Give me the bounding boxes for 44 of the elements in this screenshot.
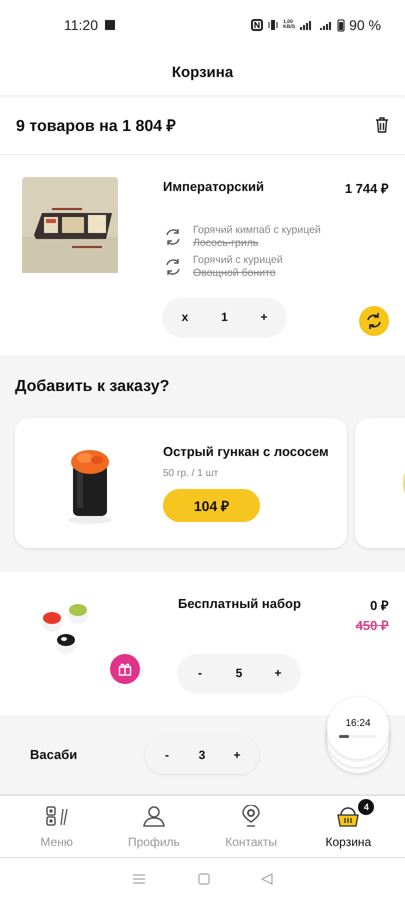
replacement-name: Горячий с курицей [193,254,283,267]
increase-button[interactable]: + [223,740,251,768]
nfc-icon [251,19,264,31]
product-name: Императорский [163,179,264,196]
swap-icon [365,312,383,330]
quantity-value: 3 [198,748,206,762]
gift-icon [118,662,132,676]
battery-level: 90 % [349,17,381,33]
product-name: Острый гункан с лососем [163,444,329,459]
swap-button[interactable] [359,306,389,336]
add-price-button[interactable]: 104 ₽ [163,489,260,522]
decrease-button[interactable]: x [171,303,199,331]
old-price: 450 ₽ [356,617,389,634]
product-name: Васаби [30,747,78,762]
cart-summary: 9 товаров на 1 804 ₽ [16,116,176,136]
notification-icon [104,19,116,31]
section-title: Добавить к заказу? [15,378,170,396]
tab-label[interactable]: Корзина [326,834,372,848]
page-title: Корзина [172,64,234,81]
increase-button[interactable]: + [264,659,292,687]
replacement-name: Горячий кимпаб с курицей [193,224,321,237]
battery-icon [337,18,346,32]
decrease-button[interactable]: - [186,659,214,687]
timer-time: 16:24 [345,718,371,729]
menu-icon[interactable] [44,804,69,828]
decrease-button[interactable]: - [153,740,181,768]
status-time: 11:20 [64,17,98,33]
signal-icon [319,19,334,31]
increase-button[interactable]: + [250,303,278,331]
product-card[interactable]: Острый гункан с лососем 50 гр. / 1 шт 104 ₽ [15,418,347,548]
timer-badge[interactable]: 16:24 [327,697,389,759]
basket-icon[interactable] [336,804,360,828]
product-price: 0 ₽ [370,597,389,614]
quantity-value: 1 [221,310,228,324]
trash-icon[interactable] [375,116,389,132]
replaced-name: Лосось-гриль [193,237,260,250]
product-price: 1 744 ₽ [344,180,389,197]
vibrate-icon [267,19,280,31]
person-icon[interactable] [142,804,166,828]
product-name: Бесплатный набор [178,596,301,613]
replaced-name: Овощной бонито [193,267,277,280]
cart-count-badge: 4 [358,798,374,814]
product-weight: 50 гр. / 1 шт [163,468,220,479]
quantity-value: 5 [236,666,242,680]
